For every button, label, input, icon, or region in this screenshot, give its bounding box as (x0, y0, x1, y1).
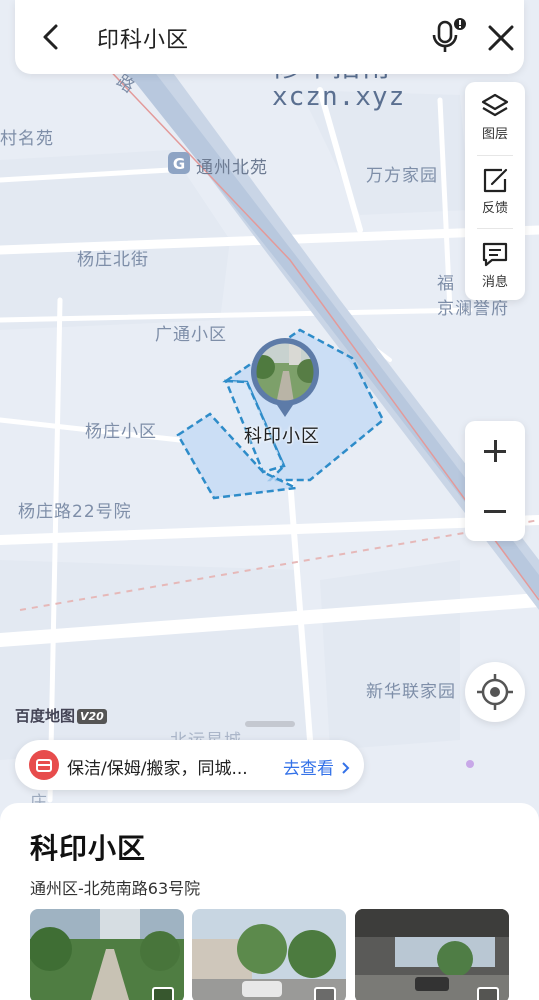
location-pin[interactable] (249, 337, 321, 421)
locate-icon (477, 674, 513, 710)
gallery-icon (477, 987, 499, 1000)
feedback-icon (483, 168, 508, 193)
place-photo[interactable] (192, 909, 346, 1000)
place-label-yangzhuang-beijie: 杨庄北街 (77, 250, 149, 270)
place-title: 科印小区 (30, 832, 147, 865)
mic-icon[interactable] (429, 16, 469, 56)
subway-icon: G (168, 152, 190, 174)
feedback-button[interactable]: 反馈 (465, 156, 525, 226)
zoom-out-button[interactable] (465, 481, 525, 541)
promo-icon (29, 750, 59, 780)
watermark-line2: xczn.xyz (272, 82, 406, 112)
place-address: 通州区-北苑南路63号院 (30, 879, 201, 898)
layers-label: 图层 (481, 127, 508, 142)
chevron-right-icon (342, 762, 350, 774)
promo-banner[interactable]: 保洁/保姆/搬家，同城... 去查看 (15, 740, 364, 790)
gallery-icon (152, 987, 174, 1000)
map-logo: 百度地图 V20 (15, 705, 107, 726)
messages-label: 消息 (481, 275, 508, 290)
drag-handle[interactable] (245, 721, 295, 727)
message-icon (482, 242, 508, 267)
back-arrow-icon[interactable] (35, 20, 67, 54)
map-marker-dot (466, 760, 474, 768)
zoom-in-button[interactable] (465, 421, 525, 481)
feedback-label: 反馈 (481, 201, 508, 216)
layers-button[interactable]: 图层 (465, 82, 525, 152)
promo-link-text: 去查看 (283, 759, 334, 779)
place-label-yangzhuang-22: 杨庄路22号院 (18, 502, 132, 522)
logo-version: V20 (77, 709, 107, 724)
promo-link[interactable]: 去查看 (283, 754, 351, 779)
close-icon[interactable] (485, 22, 517, 54)
place-detail-sheet[interactable]: 科印小区 通州区-北苑南路63号院 (0, 803, 539, 1000)
place-label-yangzhuang: 杨庄小区 (85, 422, 157, 442)
messages-button[interactable]: 消息 (465, 230, 525, 300)
place-label-cunmingyuan: 村名苑 (0, 129, 54, 149)
svg-text:G: G (173, 155, 185, 173)
locate-button[interactable] (465, 662, 525, 722)
layers-icon (481, 93, 509, 117)
pin-label: 科印小区 (244, 426, 320, 447)
place-label-xinhua: 新华联家园 (366, 682, 456, 702)
place-photo[interactable] (30, 909, 184, 1000)
place-label-fu: 福 (437, 274, 455, 294)
promo-text: 保洁/保姆/搬家，同城... (67, 759, 248, 779)
place-label-wanfang: 万方家园 (366, 166, 438, 186)
zoom-in-icon (494, 440, 497, 462)
place-label-tongzhou-beiyuan: 通州北苑 (196, 158, 268, 178)
search-bar: 印科小区 (15, 0, 524, 74)
search-input[interactable]: 印科小区 (97, 22, 189, 54)
toolbar-divider (477, 228, 513, 229)
map-toolbar: 图层 反馈 消息 (465, 82, 525, 300)
zoom-out-icon (484, 510, 506, 513)
zoom-controls (465, 421, 525, 541)
place-label-guangtong: 广通小区 (155, 325, 227, 345)
place-photo[interactable] (355, 909, 509, 1000)
gallery-icon (314, 987, 336, 1000)
logo-text: 百度地图 (15, 707, 76, 725)
